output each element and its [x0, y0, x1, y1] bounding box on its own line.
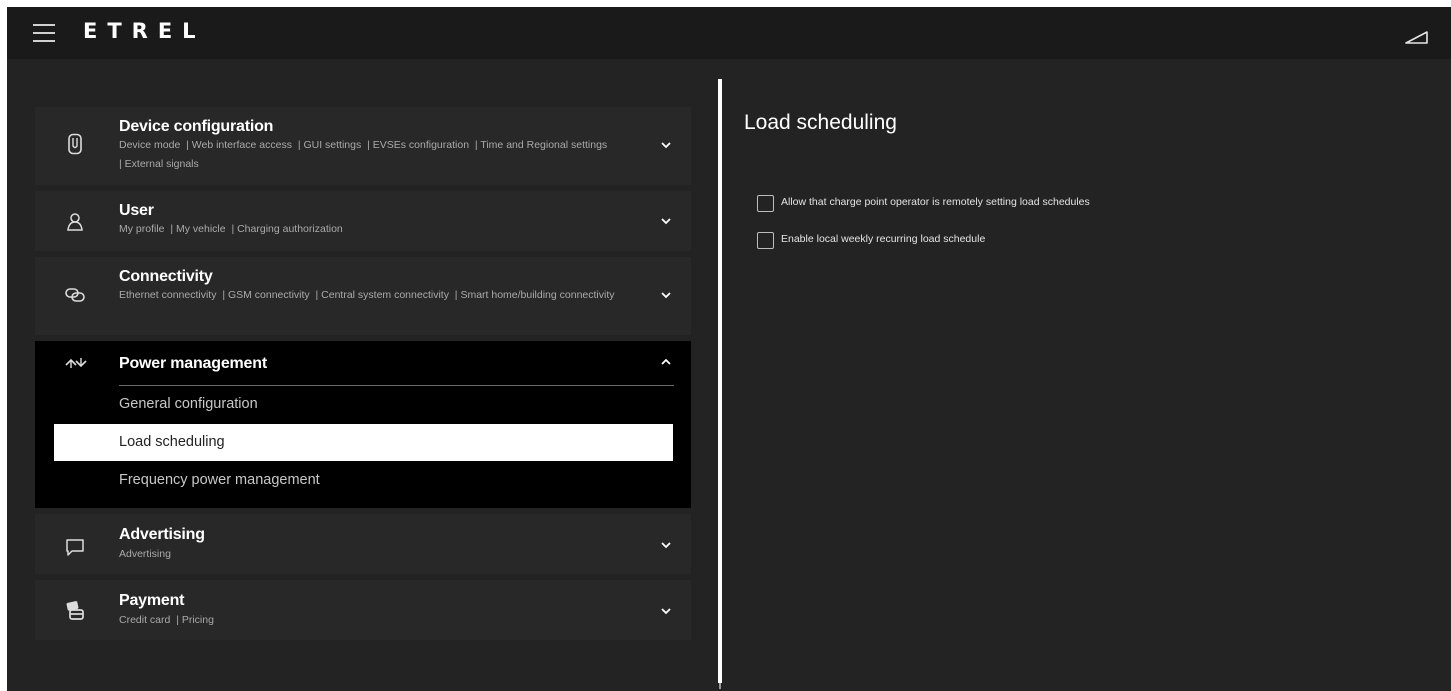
chevron-down-icon[interactable] — [660, 141, 672, 149]
link-pricing[interactable]: | Pricing — [176, 614, 214, 626]
submenu-general-configuration[interactable]: General configuration — [54, 386, 673, 423]
chat-bubble-icon — [66, 539, 84, 556]
section-device-configuration[interactable]: Device configuration Device mode | Web i… — [35, 107, 691, 185]
link-gsm-connectivity[interactable]: | GSM connectivity — [222, 289, 309, 301]
top-bar: ETRΕL — [7, 7, 1451, 59]
section-payment[interactable]: Payment Credit card | Pricing — [35, 580, 691, 640]
checkbox-label[interactable]: Enable local weekly recurring load sched… — [781, 233, 985, 245]
link-credit-card[interactable]: Credit card — [119, 614, 170, 626]
submenu-load-scheduling[interactable]: Load scheduling — [54, 424, 673, 461]
chevron-down-icon[interactable] — [660, 607, 672, 615]
section-power-management: Power management General configuration L… — [35, 341, 691, 508]
section-title: Connectivity — [119, 268, 213, 285]
section-title: User — [119, 202, 154, 219]
section-links: My profile | My vehicle | Charging autho… — [119, 220, 654, 239]
checkbox-label[interactable]: Allow that charge point operator is remo… — [781, 196, 1090, 208]
section-title: Payment — [119, 592, 185, 609]
checkbox[interactable] — [757, 195, 774, 212]
chevron-down-icon[interactable] — [660, 291, 672, 299]
app-window: ETRΕL Device configuration Device mode |… — [7, 7, 1451, 691]
chevron-up-icon[interactable] — [660, 358, 672, 366]
checkbox[interactable] — [757, 232, 774, 249]
link-charging-authorization[interactable]: | Charging authorization — [231, 223, 342, 235]
link-central-system-connectivity[interactable]: | Central system connectivity — [316, 289, 449, 301]
section-links: Credit card | Pricing — [119, 611, 654, 630]
signal-strength-icon[interactable] — [1405, 31, 1429, 45]
section-user[interactable]: User My profile | My vehicle | Charging … — [35, 191, 691, 251]
chevron-down-icon[interactable] — [660, 217, 672, 225]
section-title: Advertising — [119, 526, 205, 543]
section-advertising[interactable]: Advertising Advertising — [35, 514, 691, 574]
link-ethernet-connectivity[interactable]: Ethernet connectivity — [119, 289, 216, 301]
page-title: Load scheduling — [744, 111, 897, 134]
chevron-down-icon[interactable] — [660, 541, 672, 549]
brand-logo: ETRΕL — [83, 19, 206, 43]
submenu-frequency-power-management[interactable]: Frequency power management — [54, 462, 673, 499]
section-links: Ethernet connectivity | GSM connectivity… — [119, 286, 654, 305]
section-title[interactable]: Power management — [119, 355, 267, 373]
splitter-handle[interactable] — [719, 683, 721, 689]
section-connectivity[interactable]: Connectivity Ethernet connectivity | GSM… — [35, 257, 691, 335]
device-icon — [68, 133, 82, 155]
section-links: Device mode | Web interface access | GUI… — [119, 136, 654, 174]
link-my-profile[interactable]: My profile — [119, 223, 165, 235]
link-time-regional-settings[interactable]: | Time and Regional settings — [475, 139, 607, 151]
link-external-signals[interactable]: | External signals — [119, 158, 199, 170]
credit-card-icon — [66, 601, 84, 620]
hamburger-menu-icon[interactable] — [33, 24, 55, 42]
settings-menu: Device configuration Device mode | Web i… — [35, 107, 691, 646]
section-links: Advertising — [119, 545, 654, 564]
link-my-vehicle[interactable]: | My vehicle — [170, 223, 225, 235]
user-icon — [67, 213, 83, 231]
link-device-mode[interactable]: Device mode — [119, 139, 180, 151]
link-icon — [65, 288, 85, 302]
power-flow-icon — [65, 358, 87, 368]
link-web-interface-access[interactable]: | Web interface access — [186, 139, 292, 151]
link-gui-settings[interactable]: | GUI settings — [298, 139, 361, 151]
link-advertising[interactable]: Advertising — [119, 548, 171, 560]
panel-splitter[interactable] — [718, 79, 722, 683]
link-evses-configuration[interactable]: | EVSEs configuration — [367, 139, 469, 151]
link-smart-home-building-connectivity[interactable]: | Smart home/building connectivity — [455, 289, 615, 301]
section-title: Device configuration — [119, 118, 274, 135]
